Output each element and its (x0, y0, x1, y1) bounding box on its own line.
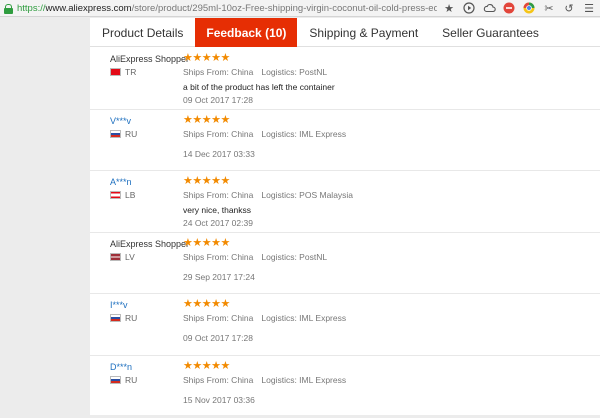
shipping-info: Ships From: China Logistics: IML Express (183, 129, 346, 139)
rating-stars: ★★★★★ (183, 175, 230, 188)
ships-from: Ships From: China (183, 190, 254, 201)
flag-icon-tr (110, 68, 121, 76)
feedback-item: I***v RU ★★★★★ Ships From: China Logistic… (90, 294, 600, 356)
buyer-country: RU (125, 313, 138, 324)
tab-shipping-payment[interactable]: Shipping & Payment (297, 18, 430, 47)
buyer-name: AliExpress Shopper (110, 238, 190, 249)
product-tabs: Product Details Feedback (10) Shipping &… (90, 18, 600, 47)
feedback-list: AliExpress Shopper TR ★★★★★ Ships From: … (90, 48, 600, 418)
product-page: Product Details Feedback (10) Shipping &… (90, 18, 600, 415)
url-host: www.aliexpress.com (45, 2, 132, 14)
buyer-country: RU (125, 128, 138, 139)
flag-icon-lv (110, 252, 121, 261)
shipping-info: Ships From: China Logistics: PostNL (183, 252, 327, 262)
flag-icon-ru (110, 129, 121, 138)
logistics: Logistics: PostNL (261, 67, 328, 77)
rating-stars: ★★★★★ (183, 236, 230, 249)
tab-product-details[interactable]: Product Details (90, 18, 195, 47)
buyer-country: TR (125, 67, 137, 77)
browser-toolbar: ★ ✂ ↺ ☰ (442, 1, 596, 15)
feedback-comment: a bit of the product has left the contai… (183, 82, 335, 92)
buyer-country: RU (125, 374, 138, 385)
buyer-name[interactable]: D***n (110, 362, 132, 372)
buyer-name[interactable]: A***n (110, 177, 132, 187)
play-icon[interactable] (462, 1, 476, 15)
logistics: Logistics: POS Malaysia (261, 190, 354, 201)
feedback-date: 29 Sep 2017 17:24 (183, 271, 255, 282)
address-bar[interactable]: https://www.aliexpress.com/store/product… (0, 0, 600, 17)
feedback-item: AliExpress Shopper TR ★★★★★ Ships From: … (90, 48, 600, 110)
tab-seller-guarantees[interactable]: Seller Guarantees (430, 18, 551, 47)
shipping-info: Ships From: China Logistics: IML Express (183, 313, 346, 323)
shipping-info: Ships From: China Logistics: POS Malaysia (183, 190, 353, 200)
reload-icon[interactable]: ↺ (562, 1, 576, 15)
feedback-date: 15 Nov 2017 03:36 (183, 394, 255, 405)
flag-icon-ru (110, 375, 121, 384)
ships-from: Ships From: China (183, 374, 254, 385)
url-scheme: https:// (17, 2, 46, 14)
feedback-date: 24 Oct 2017 02:39 (183, 218, 253, 229)
ships-from: Ships From: China (183, 251, 254, 262)
stop-icon[interactable] (502, 1, 516, 15)
buyer-country: LB (125, 190, 136, 201)
scissors-icon[interactable]: ✂ (542, 1, 556, 15)
feedback-comment: very nice, thankss (183, 205, 252, 216)
flag-icon-lb (110, 191, 121, 200)
feedback-date: 14 Dec 2017 03:33 (183, 148, 255, 159)
feedback-date: 09 Oct 2017 17:28 (183, 95, 253, 105)
menu-icon[interactable]: ☰ (582, 1, 596, 15)
rating-stars: ★★★★★ (183, 298, 230, 311)
feedback-item: AliExpress Shopper LV ★★★★★ Ships From: … (90, 233, 600, 295)
url-path: /store/product/295ml-10oz-Free-shipping-… (131, 2, 437, 14)
feedback-item: A***n LB ★★★★★ Ships From: China Logistic… (90, 171, 600, 233)
buyer-name: AliExpress Shopper (110, 54, 190, 64)
lock-icon (4, 3, 13, 14)
url-text[interactable]: https://www.aliexpress.com/store/product… (17, 3, 437, 14)
cloud-icon[interactable] (482, 1, 496, 15)
buyer-country: LV (125, 251, 135, 262)
ships-from: Ships From: China (183, 128, 254, 139)
logistics: Logistics: PostNL (261, 251, 328, 262)
feedback-date: 09 Oct 2017 17:28 (183, 333, 253, 344)
rating-stars: ★★★★★ (183, 359, 230, 372)
flag-icon-ru (110, 314, 121, 323)
feedback-item: D***n RU ★★★★★ Ships From: China Logistic… (90, 356, 600, 418)
feedback-item: V***v RU ★★★★★ Ships From: China Logistic… (90, 110, 600, 172)
chrome-icon[interactable] (522, 1, 536, 15)
bookmark-star-icon[interactable]: ★ (442, 1, 456, 15)
ships-from: Ships From: China (183, 313, 254, 324)
buyer-name[interactable]: I***v (110, 300, 128, 310)
buyer-name[interactable]: V***v (110, 116, 131, 126)
logistics: Logistics: IML Express (261, 128, 347, 139)
rating-stars: ★★★★★ (183, 52, 230, 64)
logistics: Logistics: IML Express (261, 374, 347, 385)
shipping-info: Ships From: China Logistics: PostNL (183, 67, 327, 77)
shipping-info: Ships From: China Logistics: IML Express (183, 375, 346, 385)
logistics: Logistics: IML Express (261, 313, 347, 324)
tab-feedback[interactable]: Feedback (10) (195, 18, 298, 47)
rating-stars: ★★★★★ (183, 113, 230, 126)
ships-from: Ships From: China (183, 67, 254, 77)
